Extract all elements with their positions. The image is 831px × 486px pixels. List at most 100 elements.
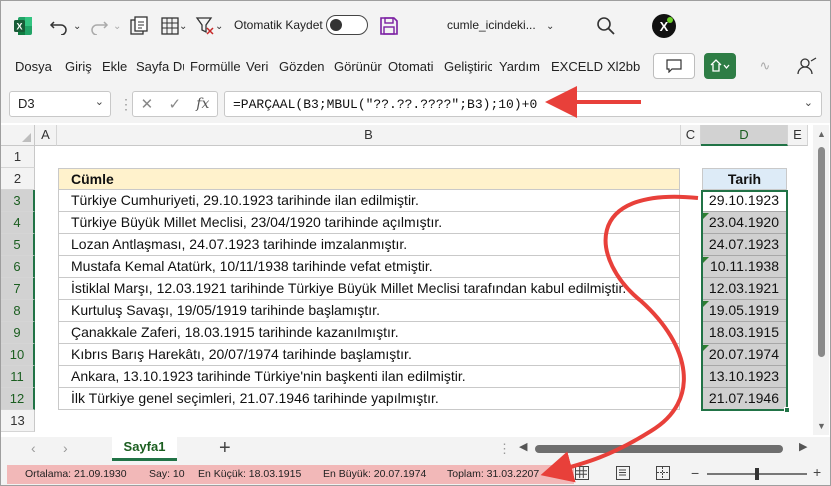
row-header-7[interactable]: 7 [1,278,35,300]
formula-input[interactable]: =PARÇAAL(B3;MBUL("??.??.????";B3);10)+0 ⌄ [224,91,822,117]
select-all-corner[interactable] [1,125,35,146]
cell-b5[interactable]: Lozan Antlaşması, 24.07.1923 tarihinde i… [58,234,680,256]
row-header-6[interactable]: 6 [1,256,35,278]
activity-icon[interactable]: ∿ [745,53,785,79]
name-box-dropdown-icon[interactable]: ⌄ [95,95,104,108]
cell-d11[interactable]: 13.10.1923 [702,366,787,388]
tab-dosya[interactable]: Dosya [15,59,52,74]
scroll-down-icon[interactable]: ▼ [817,421,826,431]
cell-b2-header[interactable]: Cümle [58,168,680,190]
column-header-c[interactable]: C [681,125,701,146]
tab-giris[interactable]: Giriş [65,59,92,74]
cell-d12[interactable]: 21.07.1946 [702,388,787,410]
zoom-slider-knob[interactable] [755,468,759,480]
tab-yardim[interactable]: Yardım [499,59,540,74]
undo-dropdown-icon[interactable]: ⌄ [73,15,81,37]
normal-view-icon[interactable] [575,466,589,480]
row-header-2[interactable]: 2 [1,168,35,190]
column-header-d[interactable]: D [701,125,788,146]
cell-b8[interactable]: Kurtuluş Savaşı, 19/05/1919 tarihinde ba… [58,300,680,322]
cell-b12[interactable]: İlk Türkiye genel seçimleri, 21.07.1946 … [58,388,680,410]
cell-d10[interactable]: 20.07.1974 [702,344,787,366]
save-icon[interactable] [379,15,399,37]
cell-d6[interactable]: 10.11.1938 [702,256,787,278]
excel-logo-icon[interactable]: X [13,16,33,36]
column-header-a[interactable]: A [35,125,57,146]
status-count[interactable]: Say: 10 [149,468,185,480]
tab-formuller[interactable]: Formülle [190,59,240,74]
error-indicator-icon[interactable] [703,345,709,351]
horizontal-scrollbar[interactable]: ◀ ▶ [515,440,807,454]
error-indicator-icon[interactable] [703,301,709,307]
error-indicator-icon[interactable] [703,213,709,219]
row-header-3[interactable]: 3 [1,190,35,212]
zoom-out-icon[interactable]: − [691,465,699,481]
tab-veri[interactable]: Veri [246,59,268,74]
scroll-left-icon[interactable]: ◀ [519,440,527,453]
cancel-entry-icon[interactable]: ✕ [141,95,154,113]
filename-dropdown-icon[interactable]: ⌄ [546,15,554,37]
row-header-9[interactable]: 9 [1,322,35,344]
status-sum[interactable]: Toplam: 31.03.2207 [447,468,539,480]
cell-d4[interactable]: 23.04.1920 [702,212,787,234]
row-header-10[interactable]: 10 [1,344,35,366]
insert-function-icon[interactable]: fx [196,96,209,112]
row-header-1[interactable]: 1 [1,146,35,168]
horizontal-scroll-thumb[interactable] [535,445,783,453]
cell-d7[interactable]: 12.03.1921 [702,278,787,300]
vertical-scroll-thumb[interactable] [818,147,825,357]
comments-button[interactable] [653,53,695,79]
tab-exceld[interactable]: EXCELD [551,59,603,74]
column-header-b[interactable]: B [57,125,681,146]
xl2bb-addin-icon[interactable]: X [652,14,676,38]
cell-b10[interactable]: Kıbrıs Barış Harekâtı, 20/07/1974 tarihi… [58,344,680,366]
row-header-11[interactable]: 11 [1,366,35,388]
cell-d3[interactable]: 29.10.1923 [702,190,787,212]
status-min[interactable]: En Küçük: 18.03.1915 [198,468,301,480]
cell-b6[interactable]: Mustafa Kemal Atatürk, 10/11/1938 tarihi… [58,256,680,278]
formula-bar-splitter-icon[interactable]: ⋮ [119,96,133,113]
clear-filter-icon[interactable] [195,15,215,37]
expand-formula-bar-icon[interactable]: ⌄ [804,96,813,109]
redo-icon[interactable] [89,15,109,37]
name-box[interactable]: D3 ⌄ [9,91,111,117]
tab-ekle[interactable]: Ekle [102,59,127,74]
copy-format-icon[interactable] [129,15,151,37]
sheet-tab-sayfa1[interactable]: Sayfa1 [112,437,177,461]
cell-d8[interactable]: 19.05.1919 [702,300,787,322]
row-header-12[interactable]: 12 [1,388,35,410]
tab-splitter-icon[interactable]: ⋮ [498,441,511,457]
cell-d9[interactable]: 18.03.1915 [702,322,787,344]
filter-dropdown-icon[interactable]: ⌄ [215,15,223,37]
worksheet-grid[interactable]: A B C D E 1 2 3 4 5 6 7 8 9 10 11 12 13 … [1,123,830,437]
cell-b4[interactable]: Türkiye Büyük Millet Meclisi, 23/04/1920… [58,212,680,234]
cell-b7[interactable]: İstiklal Marşı, 12.03.1921 tarihinde Tür… [58,278,680,300]
tab-gozden-gecir[interactable]: Gözden [279,59,327,74]
tab-xl2bb[interactable]: Xl2bb [607,59,640,74]
status-max[interactable]: En Büyük: 20.07.1974 [323,468,426,480]
column-header-e[interactable]: E [788,125,808,146]
cell-b3[interactable]: Türkiye Cumhuriyeti, 29.10.1923 tarihind… [58,190,680,212]
tab-otomatiklestir[interactable]: Otomati [388,59,436,74]
status-average[interactable]: Ortalama: 21.09.1930 [25,468,127,480]
autosave-toggle[interactable] [326,15,368,35]
cell-d5[interactable]: 24.07.1923 [702,234,787,256]
error-indicator-icon[interactable] [703,257,709,263]
fill-handle[interactable] [784,407,790,413]
share-button[interactable] [704,53,736,79]
vertical-scrollbar[interactable]: ▲ ▼ [813,125,829,435]
row-header-5[interactable]: 5 [1,234,35,256]
scroll-right-icon[interactable]: ▶ [799,440,807,453]
undo-icon[interactable] [49,15,69,37]
add-sheet-button[interactable]: + [219,437,231,460]
confirm-entry-icon[interactable]: ✓ [168,95,181,113]
file-name[interactable]: cumle_icindeki... [447,18,536,32]
page-layout-view-icon[interactable] [616,466,630,480]
tab-gelistirici[interactable]: Geliştiric [444,59,492,74]
prev-sheet-icon[interactable]: ‹ [31,440,36,456]
row-header-8[interactable]: 8 [1,300,35,322]
next-sheet-icon[interactable]: › [63,440,68,456]
cell-d2-header[interactable]: Tarih [702,168,787,190]
tab-gorunum[interactable]: Görünür [334,59,382,74]
cell-b11[interactable]: Ankara, 13.10.1923 tarihinde Türkiye'nin… [58,366,680,388]
